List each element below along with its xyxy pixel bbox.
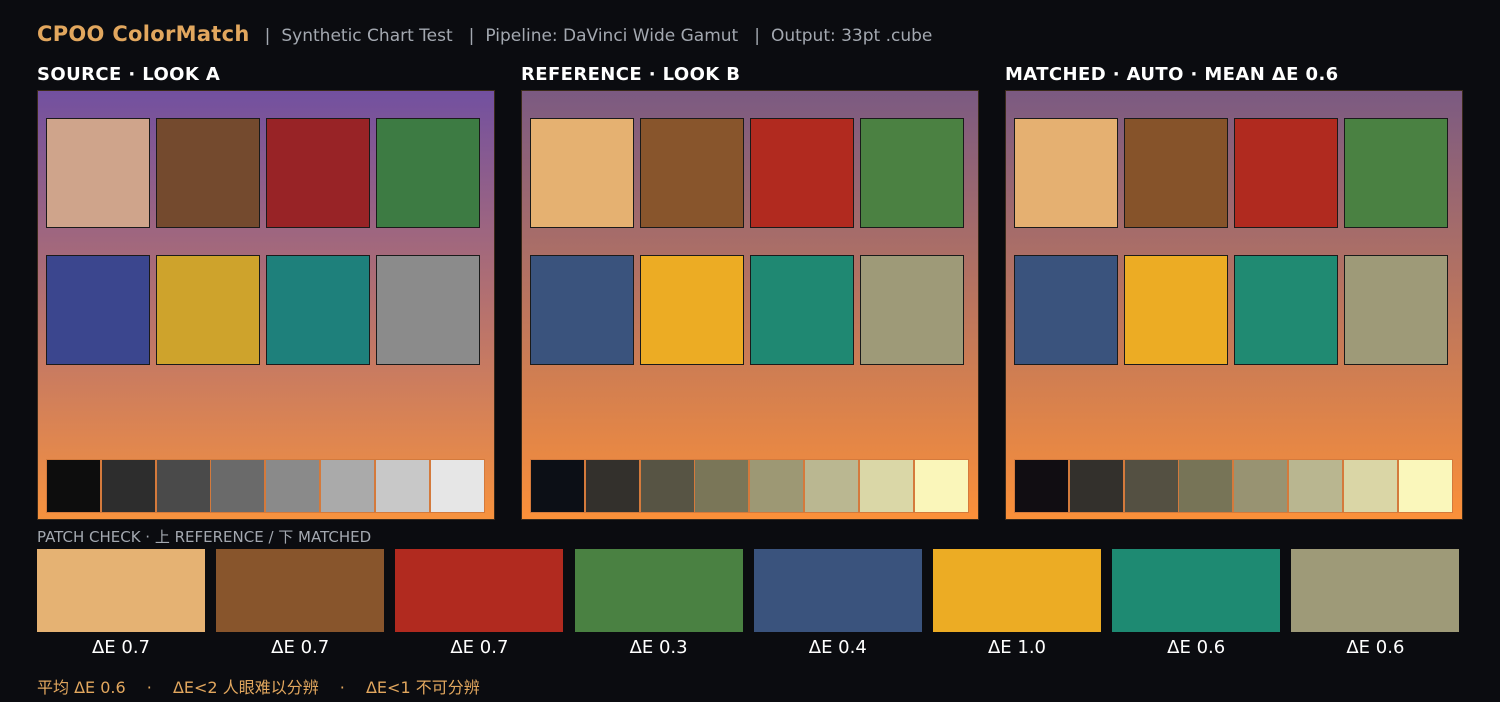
color-patch xyxy=(860,255,964,365)
header-separator: | xyxy=(754,26,760,46)
gray-step-patch xyxy=(320,459,375,513)
color-patch xyxy=(1124,255,1228,365)
color-patch xyxy=(46,118,150,228)
matched-panel-title: MATCHED · AUTO · MEAN ΔE 0.6 xyxy=(1005,64,1339,85)
gray-step-patch xyxy=(1123,459,1179,513)
gray-step-patch xyxy=(584,459,640,513)
gray-step-patch xyxy=(429,459,485,513)
delta-e-value: ΔE 0.6 xyxy=(1346,637,1405,658)
gray-step-patch xyxy=(374,459,430,513)
gray-step-patch xyxy=(749,459,805,513)
check-swatch xyxy=(1291,549,1460,632)
color-patch xyxy=(1234,118,1338,228)
gray-step-patch xyxy=(210,459,266,513)
color-patch xyxy=(266,118,370,228)
color-patch xyxy=(1344,118,1448,228)
color-patch xyxy=(1344,255,1448,365)
gray-step-patch xyxy=(858,459,914,513)
delta-e-value: ΔE 0.7 xyxy=(450,637,509,658)
reference-chart-panel xyxy=(521,90,979,520)
gray-step-patch xyxy=(1288,459,1343,513)
gray-step-patch xyxy=(804,459,859,513)
color-patch xyxy=(46,255,150,365)
gray-step-patch xyxy=(639,459,695,513)
chart-name: Synthetic Chart Test xyxy=(281,26,453,46)
color-patch xyxy=(530,255,634,365)
delta-e-value: ΔE 0.3 xyxy=(629,637,688,658)
delta-e-value: ΔE 0.7 xyxy=(91,637,151,658)
color-patch xyxy=(376,118,480,228)
header-separator: | xyxy=(264,26,271,46)
check-swatch xyxy=(753,549,922,632)
color-patch xyxy=(750,118,854,228)
footer-summary: 平均 ΔE 0.6 · ΔE<2 人眼难以分辨 · ΔE<1 不可分辨 xyxy=(37,674,480,698)
source-panel-title: SOURCE · LOOK A xyxy=(37,64,221,85)
color-patch xyxy=(860,118,964,228)
gray-step-patch xyxy=(694,459,750,513)
color-patch xyxy=(1234,255,1338,365)
gray-step-patch xyxy=(1178,459,1234,513)
gray-step-patch xyxy=(1014,459,1069,513)
color-patch xyxy=(1124,118,1228,228)
color-patch xyxy=(530,118,634,228)
gray-step-patch xyxy=(530,459,585,513)
gray-step-patch xyxy=(1342,459,1398,513)
check-swatch xyxy=(216,549,385,632)
check-swatch xyxy=(395,549,564,632)
color-patch xyxy=(1014,118,1118,228)
color-patch xyxy=(266,255,370,365)
reference-panel-title: REFERENCE · LOOK B xyxy=(521,64,741,85)
threshold-note-2: ΔE<2 人眼难以分辨 xyxy=(172,678,319,697)
gray-step-patch xyxy=(100,459,156,513)
footer-dot: · xyxy=(339,678,345,697)
gray-step-patch xyxy=(155,459,211,513)
mean-de-summary: 平均 ΔE 0.6 xyxy=(37,678,126,697)
footer-dot: · xyxy=(146,678,152,697)
color-patch xyxy=(376,255,480,365)
threshold-note-1: ΔE<1 不可分辨 xyxy=(365,678,480,697)
header-separator: | xyxy=(468,26,475,46)
gray-step-patch xyxy=(1397,459,1453,513)
delta-e-value: ΔE 1.0 xyxy=(987,637,1047,658)
color-patch xyxy=(640,255,744,365)
source-chart-panel xyxy=(37,90,495,520)
matched-chart-panel xyxy=(1005,90,1463,520)
patch-check-label: PATCH CHECK · 上 REFERENCE / 下 MATCHED xyxy=(37,528,372,546)
output-label: Output: 33pt .cube xyxy=(770,26,933,46)
check-swatch xyxy=(37,549,205,632)
check-swatch xyxy=(574,549,743,632)
color-patch xyxy=(156,118,260,228)
color-patch xyxy=(750,255,854,365)
gray-step-patch xyxy=(1233,459,1289,513)
gray-step-patch xyxy=(1068,459,1124,513)
delta-e-value: ΔE 0.7 xyxy=(271,637,330,658)
gray-step-patch xyxy=(913,459,969,513)
pipeline-label: Pipeline: DaVinci Wide Gamut xyxy=(485,26,739,46)
color-patch xyxy=(156,255,260,365)
gray-step-patch xyxy=(265,459,321,513)
color-patch xyxy=(640,118,744,228)
app-title: CPOO ColorMatch xyxy=(37,22,250,46)
delta-e-value: ΔE 0.4 xyxy=(808,637,867,658)
check-swatch xyxy=(1112,549,1281,632)
header-bar: CPOO ColorMatch | Synthetic Chart Test |… xyxy=(37,22,932,46)
delta-e-value: ΔE 0.6 xyxy=(1167,637,1226,658)
gray-step-patch xyxy=(46,459,101,513)
color-patch xyxy=(1014,255,1118,365)
check-swatch xyxy=(933,549,1101,632)
